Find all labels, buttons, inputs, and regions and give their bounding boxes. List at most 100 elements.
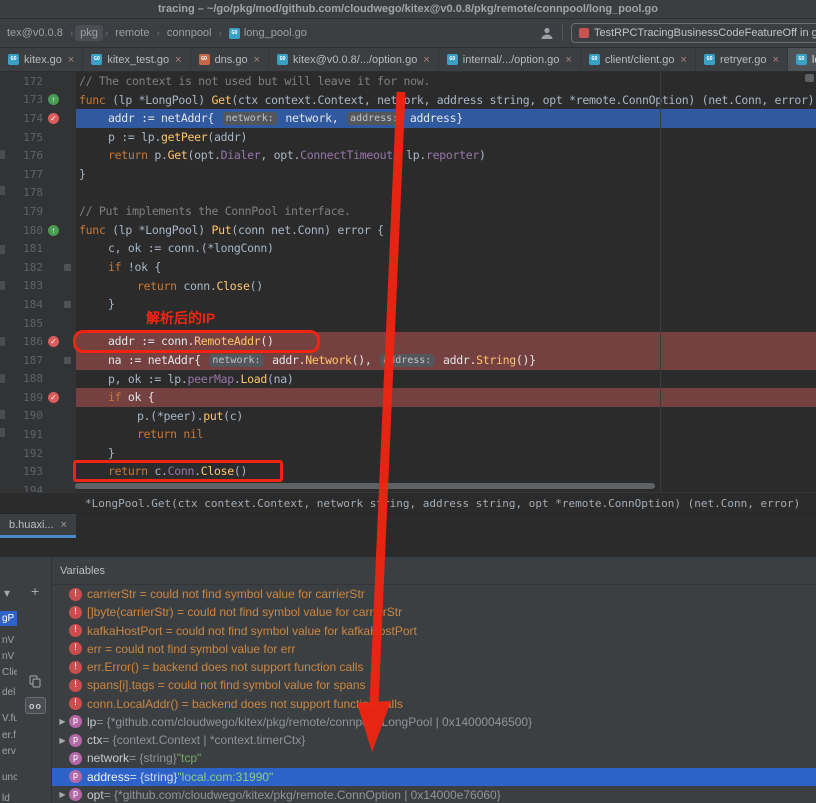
- run-configuration-selector[interactable]: TestRPCTracingBusinessCodeFeatureOff in …: [571, 23, 816, 43]
- code-editor[interactable]: 172// The context is not used but will l…: [0, 72, 816, 492]
- code-text[interactable]: [76, 184, 816, 203]
- close-icon[interactable]: ×: [565, 54, 571, 66]
- close-icon[interactable]: ×: [681, 54, 687, 66]
- editor-gutter[interactable]: 177: [0, 165, 76, 184]
- editor-tab-kitex-v0-0-8-option-go[interactable]: GOkitex@v0.0.8/.../option.go×: [269, 48, 439, 71]
- vertical-scrollbar[interactable]: [805, 74, 814, 82]
- code-text[interactable]: na := netAddr{ network: addr.Network(), …: [76, 351, 816, 370]
- editor-tab-internal-option-go[interactable]: GOinternal/.../option.go×: [439, 48, 581, 71]
- breakpoint-icon[interactable]: ✓: [48, 336, 59, 347]
- code-text[interactable]: c, ok := conn.(*longConn): [76, 239, 816, 258]
- code-text[interactable]: return conn.Close(): [76, 277, 816, 296]
- editor-gutter[interactable]: 191: [0, 425, 76, 444]
- code-text[interactable]: addr := netAddr{ network: network, addre…: [76, 109, 816, 128]
- editor-gutter[interactable]: 175: [0, 128, 76, 147]
- editor-gutter[interactable]: 173↑: [0, 91, 76, 110]
- editor-gutter[interactable]: 180↑: [0, 221, 76, 240]
- horizontal-scrollbar[interactable]: [75, 483, 655, 489]
- close-icon[interactable]: ×: [61, 519, 67, 531]
- editor-gutter[interactable]: 190: [0, 407, 76, 426]
- breadcrumb-item-long-pool-go[interactable]: GOlong_pool.go: [224, 25, 312, 41]
- frame-item-fragment[interactable]: del: [0, 685, 17, 700]
- close-icon[interactable]: ×: [254, 54, 260, 66]
- editor-tab-kitex-go[interactable]: GOkitex.go×: [0, 48, 83, 71]
- variable-row-byte-carrierstr[interactable]: ![]byte(carrierStr) = could not find sym…: [52, 603, 816, 621]
- editor-gutter[interactable]: 193: [0, 462, 76, 481]
- editor-gutter[interactable]: 185: [0, 314, 76, 333]
- editor-gutter[interactable]: 187: [0, 351, 76, 370]
- breadcrumb-item-remote[interactable]: remote: [110, 25, 154, 41]
- editor-tab-dns-go[interactable]: GOdns.go×: [191, 48, 269, 71]
- code-text[interactable]: func (lp *LongPool) Get(ctx context.Cont…: [76, 91, 816, 110]
- close-icon[interactable]: ×: [175, 54, 181, 66]
- breakpoint-icon[interactable]: ✓: [48, 392, 59, 403]
- close-icon[interactable]: ×: [423, 54, 429, 66]
- editor-gutter[interactable]: 179: [0, 202, 76, 221]
- dropdown-icon[interactable]: ▾: [4, 587, 10, 599]
- editor-gutter[interactable]: 189✓: [0, 388, 76, 407]
- code-text[interactable]: return c.Conn.Close(): [76, 462, 816, 481]
- code-text[interactable]: func (lp *LongPool) Put(conn net.Conn) e…: [76, 221, 816, 240]
- variable-row-err[interactable]: !err = could not find symbol value for e…: [52, 640, 816, 658]
- frame-item-fragment[interactable]: nV: [0, 633, 17, 648]
- code-text[interactable]: // The context is not used but will leav…: [76, 72, 816, 91]
- frame-item-fragment[interactable]: nV: [0, 649, 17, 664]
- frame-item-fragment[interactable]: er.f: [0, 728, 17, 743]
- editor-gutter[interactable]: 192: [0, 444, 76, 463]
- editor-gutter[interactable]: 174✓: [0, 109, 76, 128]
- editor-tab-kitex-test-go[interactable]: GOkitex_test.go×: [83, 48, 190, 71]
- code-text[interactable]: if !ok {: [76, 258, 816, 277]
- close-icon[interactable]: ×: [68, 54, 74, 66]
- editor-gutter[interactable]: 186✓: [0, 332, 76, 351]
- code-text[interactable]: p, ok := lp.peerMap.Load(na): [76, 370, 816, 389]
- editor-gutter[interactable]: 172: [0, 72, 76, 91]
- editor-tab-long-pool-go[interactable]: GOlong_pool.go×: [788, 48, 816, 71]
- expand-chevron-icon[interactable]: ▶: [56, 736, 69, 745]
- code-text[interactable]: return nil: [76, 425, 816, 444]
- frame-item-fragment[interactable]: erv: [0, 744, 17, 759]
- editor-gutter[interactable]: 181: [0, 239, 76, 258]
- code-text[interactable]: return p.Get(opt.Dialer, opt.ConnectTime…: [76, 146, 816, 165]
- breadcrumb-item-pkg[interactable]: pkg: [75, 25, 103, 41]
- breakpoint-icon[interactable]: ✓: [48, 113, 59, 124]
- code-text[interactable]: // Put implements the ConnPool interface…: [76, 202, 816, 221]
- variable-row-conn-localaddr[interactable]: !conn.LocalAddr() = backend does not sup…: [52, 695, 816, 713]
- editor-gutter[interactable]: 176: [0, 146, 76, 165]
- frame-item-fragment[interactable]: Clie: [0, 665, 17, 680]
- watches-toggle-button[interactable]: oo: [25, 697, 46, 714]
- variable-row-carrierstr[interactable]: !carrierStr = could not find symbol valu…: [52, 585, 816, 603]
- code-text[interactable]: p.(*peer).put(c): [76, 407, 816, 426]
- code-text[interactable]: }: [76, 295, 816, 314]
- editor-tab-client-client-go[interactable]: GOclient/client.go×: [581, 48, 696, 71]
- debugger-session-tab[interactable]: b.huaxi... ×: [0, 514, 76, 538]
- code-text[interactable]: p := lp.getPeer(addr): [76, 128, 816, 147]
- variable-row-address[interactable]: paddress = {string} "local.com:31990": [52, 768, 816, 786]
- frame-item-fragment[interactable]: ld: [0, 791, 17, 803]
- implements-icon[interactable]: ↑: [48, 94, 59, 105]
- editor-gutter[interactable]: 178: [0, 184, 76, 203]
- user-icon[interactable]: [540, 26, 554, 40]
- code-text[interactable]: }: [76, 444, 816, 463]
- variable-row-network[interactable]: pnetwork = {string} "tcp": [52, 749, 816, 767]
- fold-marker-icon[interactable]: [64, 264, 71, 271]
- implements-icon[interactable]: ↑: [48, 225, 59, 236]
- fold-marker-icon[interactable]: [64, 301, 71, 308]
- expand-chevron-icon[interactable]: ▶: [56, 790, 69, 799]
- editor-gutter[interactable]: 194: [0, 481, 76, 492]
- editor-gutter[interactable]: 182: [0, 258, 76, 277]
- expand-chevron-icon[interactable]: ▶: [56, 717, 69, 726]
- breadcrumb-item-tex-v0-0-8[interactable]: tex@v0.0.8: [2, 25, 68, 41]
- code-text[interactable]: addr := conn.RemoteAddr(): [76, 332, 816, 351]
- code-text[interactable]: }: [76, 165, 816, 184]
- copy-icon[interactable]: [29, 675, 41, 690]
- editor-gutter[interactable]: 184: [0, 295, 76, 314]
- window-titlebar[interactable]: tracing – ~/go/pkg/mod/github.com/cloudw…: [0, 0, 816, 19]
- close-icon[interactable]: ×: [772, 54, 778, 66]
- editor-gutter[interactable]: 183: [0, 277, 76, 296]
- variable-row-opt[interactable]: ▶popt = {*github.com/cloudwego/kitex/pkg…: [52, 786, 816, 803]
- variable-row-ctx[interactable]: ▶pctx = {context.Context | *context.time…: [52, 731, 816, 749]
- breadcrumb-item-connpool[interactable]: connpool: [162, 25, 217, 41]
- editor-gutter[interactable]: 188: [0, 370, 76, 389]
- code-text[interactable]: [76, 314, 816, 333]
- code-text[interactable]: if ok {: [76, 388, 816, 407]
